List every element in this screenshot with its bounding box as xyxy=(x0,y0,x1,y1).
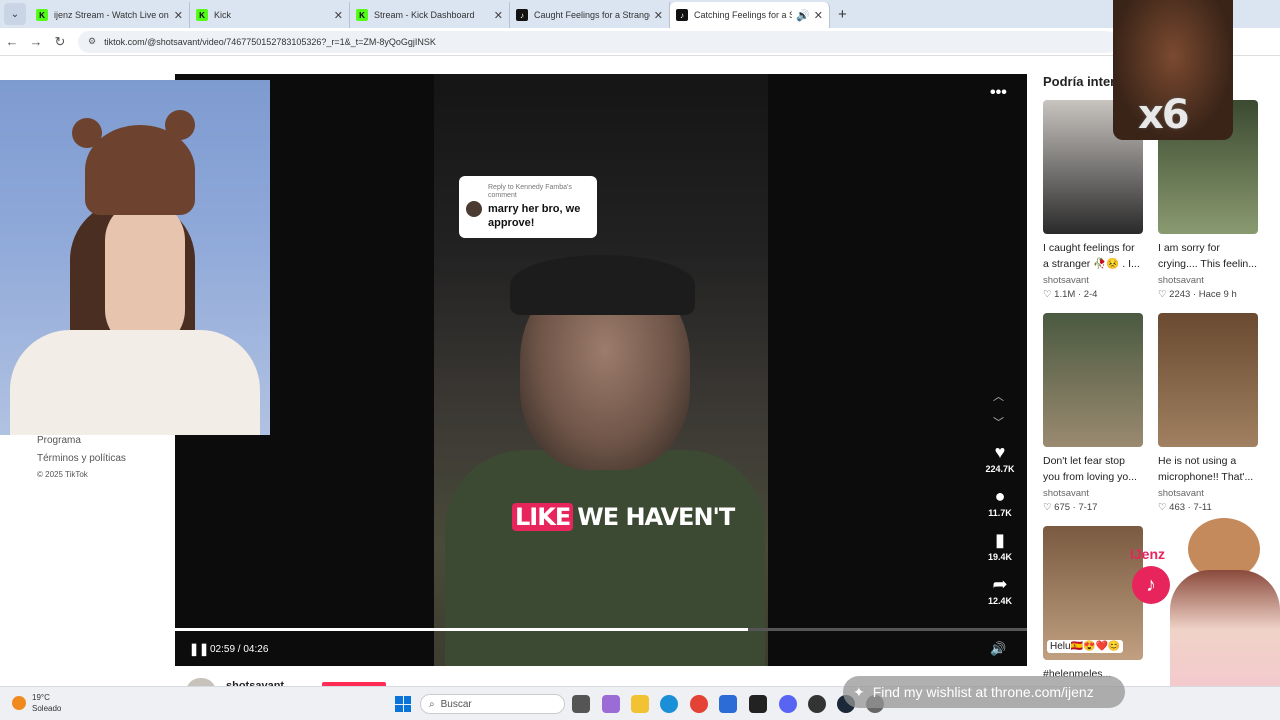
speaker-icon[interactable]: 🔊 xyxy=(796,9,810,22)
save-button[interactable]: ▮ 19.4K xyxy=(980,530,1020,562)
close-tab-icon[interactable]: ✕ xyxy=(654,9,663,22)
chevron-down-icon[interactable]: ﹀ xyxy=(993,414,1004,430)
suggestion-thumbnail[interactable] xyxy=(1158,313,1258,447)
video-subtitle: LIKE WE HAVEN'T xyxy=(512,498,735,536)
back-icon[interactable]: ← xyxy=(0,34,24,49)
webcam-hat xyxy=(85,125,195,215)
kick-icon: K xyxy=(356,9,368,21)
video-progress-bar[interactable] xyxy=(175,628,1027,631)
browser-tab[interactable]: K Kick ✕ xyxy=(190,2,350,28)
browser-tab-active[interactable]: ♪Catching Feelings for a Stra🔊✕ xyxy=(670,2,830,28)
sun-icon xyxy=(12,696,26,710)
video-progress-fill xyxy=(175,628,749,631)
reply-comment-sticker: Reply to Kennedy Famba's comment marry h… xyxy=(459,176,597,238)
like-button[interactable]: ♥ 224.7K xyxy=(980,442,1020,474)
terminal-icon[interactable] xyxy=(749,695,767,713)
windows-start-icon[interactable] xyxy=(395,696,411,712)
kick-icon: K xyxy=(36,9,48,21)
wishlist-overlay: ✦ Find my wishlist at throne.com/ijenz xyxy=(843,676,1125,708)
discord-icon[interactable] xyxy=(779,695,797,713)
task-view-icon[interactable] xyxy=(572,695,590,713)
kick-icon: K xyxy=(196,9,208,21)
chevron-up-icon[interactable]: ︿ xyxy=(993,388,1004,404)
sidebar-link-terms[interactable]: Términos y políticas xyxy=(37,453,126,464)
suggestions-title: Podría intere xyxy=(1043,74,1123,89)
edge-icon[interactable] xyxy=(660,695,678,713)
browser-tab[interactable]: ♪ Caught Feelings for a Stranger ✕ xyxy=(510,2,670,28)
streamer-name: IJenz xyxy=(1130,546,1166,562)
video-time: 02:59 / 04:26 xyxy=(210,644,269,655)
reload-icon[interactable]: ↻ xyxy=(48,34,72,50)
browser-tab[interactable]: Kijenz Stream - Watch Live on Ki ✕ xyxy=(30,2,190,28)
new-tab-icon[interactable]: + xyxy=(838,6,847,23)
share-button[interactable]: ➦ 12.4K xyxy=(980,574,1020,606)
webcam-face xyxy=(105,200,185,350)
close-tab-icon[interactable]: ✕ xyxy=(334,9,343,22)
suggestion-card[interactable]: Helu🇪🇸😍❤️😊 #helenmeles... xyxy=(1043,526,1143,680)
forward-icon[interactable]: → xyxy=(24,34,48,49)
browser-tab[interactable]: K Stream - Kick Dashboard ✕ xyxy=(350,2,510,28)
volume-icon[interactable]: 🔊 xyxy=(990,641,1006,657)
store-icon[interactable] xyxy=(719,695,737,713)
suggestion-card[interactable]: He is not using a microphone!! That'... … xyxy=(1158,313,1258,513)
heart-icon: ♥ xyxy=(994,442,1006,462)
tiktok-icon: ♪ xyxy=(676,9,688,21)
copilot-icon[interactable] xyxy=(602,695,620,713)
share-icon: ➦ xyxy=(992,574,1008,594)
comment-icon: ● xyxy=(994,486,1006,506)
tab-search-icon[interactable]: ⌄ xyxy=(4,3,26,25)
taskbar-search[interactable]: ⌕ Buscar xyxy=(420,694,565,714)
comment-button[interactable]: ● 11.7K xyxy=(980,486,1020,518)
tiktok-icon: ♪ xyxy=(516,9,528,21)
url-field[interactable]: ⚙ tiktok.com/@shotsavant/video/7467750152… xyxy=(78,30,1118,53)
commenter-avatar xyxy=(466,201,482,217)
multiplier-text: x6 xyxy=(1138,92,1190,138)
obs-icon[interactable] xyxy=(808,695,826,713)
close-tab-icon[interactable]: ✕ xyxy=(814,9,823,22)
close-tab-icon[interactable]: ✕ xyxy=(494,9,503,22)
tiktok-logo-icon: ♪ xyxy=(1132,566,1170,604)
sidebar-link-programa[interactable]: Programa xyxy=(37,435,81,446)
webcam-top xyxy=(10,330,260,435)
suggestion-thumbnail[interactable]: Helu🇪🇸😍❤️😊 xyxy=(1043,526,1143,660)
bookmark-icon: ▮ xyxy=(995,530,1005,550)
close-tab-icon[interactable]: ✕ xyxy=(174,9,183,22)
site-info-icon[interactable]: ⚙ xyxy=(88,36,96,47)
weather-widget[interactable]: 19°C Soleado xyxy=(12,692,61,714)
suggestion-thumbnail[interactable] xyxy=(1043,313,1143,447)
suggestion-card[interactable]: Don't let fear stop you from loving yo..… xyxy=(1043,313,1143,513)
streamer-webcam xyxy=(0,80,270,435)
browser-tab-bar: ⌄ Kijenz Stream - Watch Live on Ki ✕ K Kic… xyxy=(0,0,1280,28)
more-options-icon[interactable]: ••• xyxy=(990,84,1007,102)
video-person-cap xyxy=(510,255,695,315)
address-bar-row: ← → ↻ ⚙ tiktok.com/@shotsavant/video/7467… xyxy=(0,28,1280,56)
copyright-text: © 2025 TikTok xyxy=(37,470,88,479)
pause-icon[interactable]: ❚❚ xyxy=(189,642,209,656)
helu-caption: Helu🇪🇸😍❤️😊 xyxy=(1047,640,1124,653)
file-explorer-icon[interactable] xyxy=(631,695,649,713)
gift-icon: ✦ xyxy=(853,683,865,700)
video-person-shirt xyxy=(445,450,765,666)
search-icon: ⌕ xyxy=(429,698,435,710)
chrome-icon[interactable] xyxy=(690,695,708,713)
